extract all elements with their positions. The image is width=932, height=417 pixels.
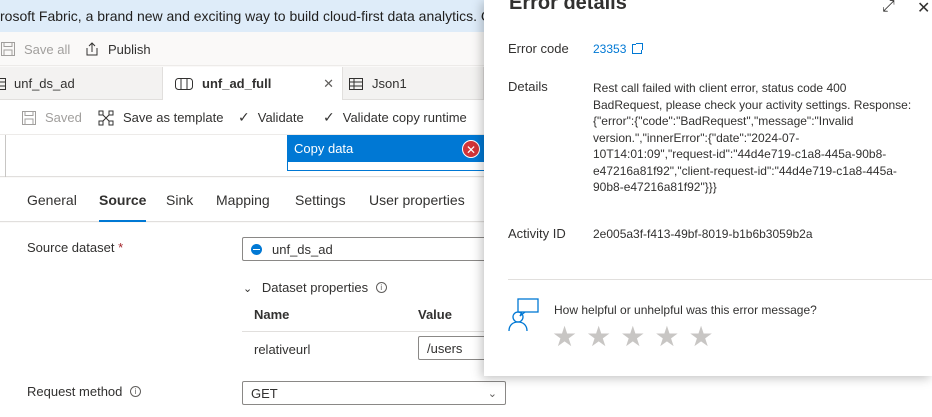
panel-title: Error details bbox=[509, 0, 627, 14]
validate-copy-runtime-label: Validate copy runtime bbox=[342, 110, 467, 125]
error-code-link[interactable]: 23353 bbox=[593, 41, 644, 58]
dataset-icon bbox=[251, 243, 262, 255]
save-as-template-label: Save as template bbox=[123, 110, 224, 125]
canvas-border bbox=[5, 135, 6, 177]
error-details-text: Rest call failed with client error, stat… bbox=[593, 80, 928, 196]
details-line: Rest call failed with client error, stat… bbox=[593, 81, 847, 95]
details-line: e47216a81f92","client-request-id":"44d4e… bbox=[593, 163, 897, 178]
property-name: relativeurl bbox=[254, 342, 311, 357]
tab-label: unf_ad_full bbox=[202, 76, 272, 91]
chevron-down-icon: ⌄ bbox=[243, 283, 253, 295]
star-icon[interactable]: ★ bbox=[586, 323, 611, 351]
tab-label: Json1 bbox=[372, 76, 407, 91]
property-value: /users bbox=[427, 340, 463, 356]
star-icon[interactable]: ★ bbox=[552, 323, 577, 351]
info-icon[interactable]: i bbox=[375, 282, 387, 293]
star-icon[interactable]: ★ bbox=[688, 323, 713, 351]
feedback-person-icon bbox=[508, 298, 539, 332]
star-icon[interactable]: ★ bbox=[654, 323, 679, 351]
save-all-button[interactable]: Save all bbox=[0, 32, 70, 66]
template-icon bbox=[98, 110, 114, 125]
save-icon bbox=[1, 42, 15, 56]
col-name: Name bbox=[254, 307, 290, 322]
check-icon: ✓ bbox=[238, 109, 250, 125]
tab-unf-ad-full[interactable]: unf_ad_full ✕ bbox=[163, 67, 343, 100]
check-icon: ✓ bbox=[323, 109, 335, 125]
error-code-value: 23353 bbox=[593, 42, 627, 56]
publish-button[interactable]: Publish bbox=[84, 32, 151, 66]
dataset-properties-label: Dataset properties bbox=[261, 280, 369, 295]
save-icon bbox=[22, 110, 36, 125]
chevron-down-icon: ⌄ bbox=[487, 387, 497, 400]
tab-label: unf_ds_ad bbox=[14, 76, 75, 91]
property-value-input[interactable]: /users bbox=[418, 336, 488, 360]
dataset-properties-toggle[interactable]: ⌄ Dataset properties i bbox=[243, 280, 387, 295]
feedback-question: How helpful or unhelpful was this error … bbox=[554, 303, 817, 317]
details-line: {"error":{"code":"BadRequest","message":… bbox=[593, 114, 854, 128]
open-external-icon bbox=[632, 43, 644, 54]
tab-json1[interactable]: Json1 bbox=[343, 67, 484, 100]
request-method-text: Request method bbox=[27, 384, 123, 399]
save-all-label: Save all bbox=[24, 41, 71, 57]
properties-grid-header: Name Value bbox=[242, 298, 484, 332]
saved-button[interactable]: Saved bbox=[21, 100, 82, 135]
activity-name: Copy data bbox=[294, 141, 354, 156]
error-code-label: Error code bbox=[508, 41, 569, 56]
tab-unf-ds-ad[interactable]: unf_ds_ad bbox=[0, 67, 163, 100]
activity-id-value: 2e005a3f-f413-49bf-8019-b1b6b3059b2a bbox=[593, 227, 813, 241]
activity-header: Copy data ✕ bbox=[288, 136, 486, 162]
publish-label: Publish bbox=[108, 41, 151, 57]
request-method-value: GET bbox=[251, 385, 278, 401]
request-method-select[interactable]: GET ⌄ bbox=[242, 381, 506, 405]
validate-copy-runtime-button[interactable]: ✓ Validate copy runtime bbox=[323, 100, 467, 135]
source-dataset-value: unf_ds_ad bbox=[272, 241, 333, 257]
col-value: Value bbox=[418, 307, 452, 322]
tab-settings[interactable]: Settings bbox=[295, 178, 346, 222]
copy-data-activity[interactable]: Copy data ✕ bbox=[287, 135, 487, 171]
error-icon[interactable]: ✕ bbox=[462, 140, 480, 158]
publish-icon bbox=[86, 42, 98, 56]
details-line: version.","innerError":{"date":"2024-07- bbox=[593, 130, 800, 145]
saved-label: Saved bbox=[45, 110, 82, 125]
star-icon[interactable]: ★ bbox=[620, 323, 645, 351]
details-line: BadRequest, please check your activity s… bbox=[593, 97, 912, 112]
tab-mapping[interactable]: Mapping bbox=[216, 178, 270, 222]
expand-icon[interactable]: ⤢ bbox=[882, 0, 895, 16]
details-label: Details bbox=[508, 79, 548, 94]
pipeline-icon bbox=[175, 77, 193, 90]
details-line: 10T14:01:09","request-id":"44d4e719-c1a8… bbox=[593, 147, 887, 161]
star-rating[interactable]: ★ ★ ★ ★ ★ bbox=[552, 323, 714, 351]
save-as-template-button[interactable]: Save as template bbox=[98, 100, 223, 135]
source-dataset-label: Source dataset * bbox=[27, 240, 123, 255]
source-dataset-select[interactable]: unf_ds_ad bbox=[242, 237, 502, 261]
validate-label: Validate bbox=[257, 110, 304, 125]
divider bbox=[508, 279, 932, 280]
close-icon[interactable]: ✕ bbox=[917, 0, 930, 18]
table-icon bbox=[349, 77, 363, 90]
details-line: 90b8-e47216a81f92"}}} bbox=[593, 180, 717, 194]
activity-id-label: Activity ID bbox=[508, 226, 566, 241]
request-method-label: Request method i bbox=[27, 384, 142, 399]
close-tab-icon[interactable]: ✕ bbox=[323, 76, 334, 92]
validate-button[interactable]: ✓ Validate bbox=[238, 100, 304, 135]
error-details-panel: Error details ⤢ ✕ Error code 23353 Detai… bbox=[484, 0, 932, 376]
tab-source[interactable]: Source bbox=[99, 178, 147, 222]
table-icon bbox=[0, 77, 6, 90]
info-icon[interactable]: i bbox=[130, 386, 142, 397]
tab-sink[interactable]: Sink bbox=[166, 178, 193, 222]
banner-text: rosoft Fabric, a brand new and exciting … bbox=[0, 8, 516, 24]
tab-user-properties[interactable]: User properties bbox=[369, 178, 465, 222]
source-dataset-text: Source dataset bbox=[27, 240, 115, 255]
required-mark: * bbox=[118, 240, 124, 255]
tab-general[interactable]: General bbox=[27, 178, 77, 222]
